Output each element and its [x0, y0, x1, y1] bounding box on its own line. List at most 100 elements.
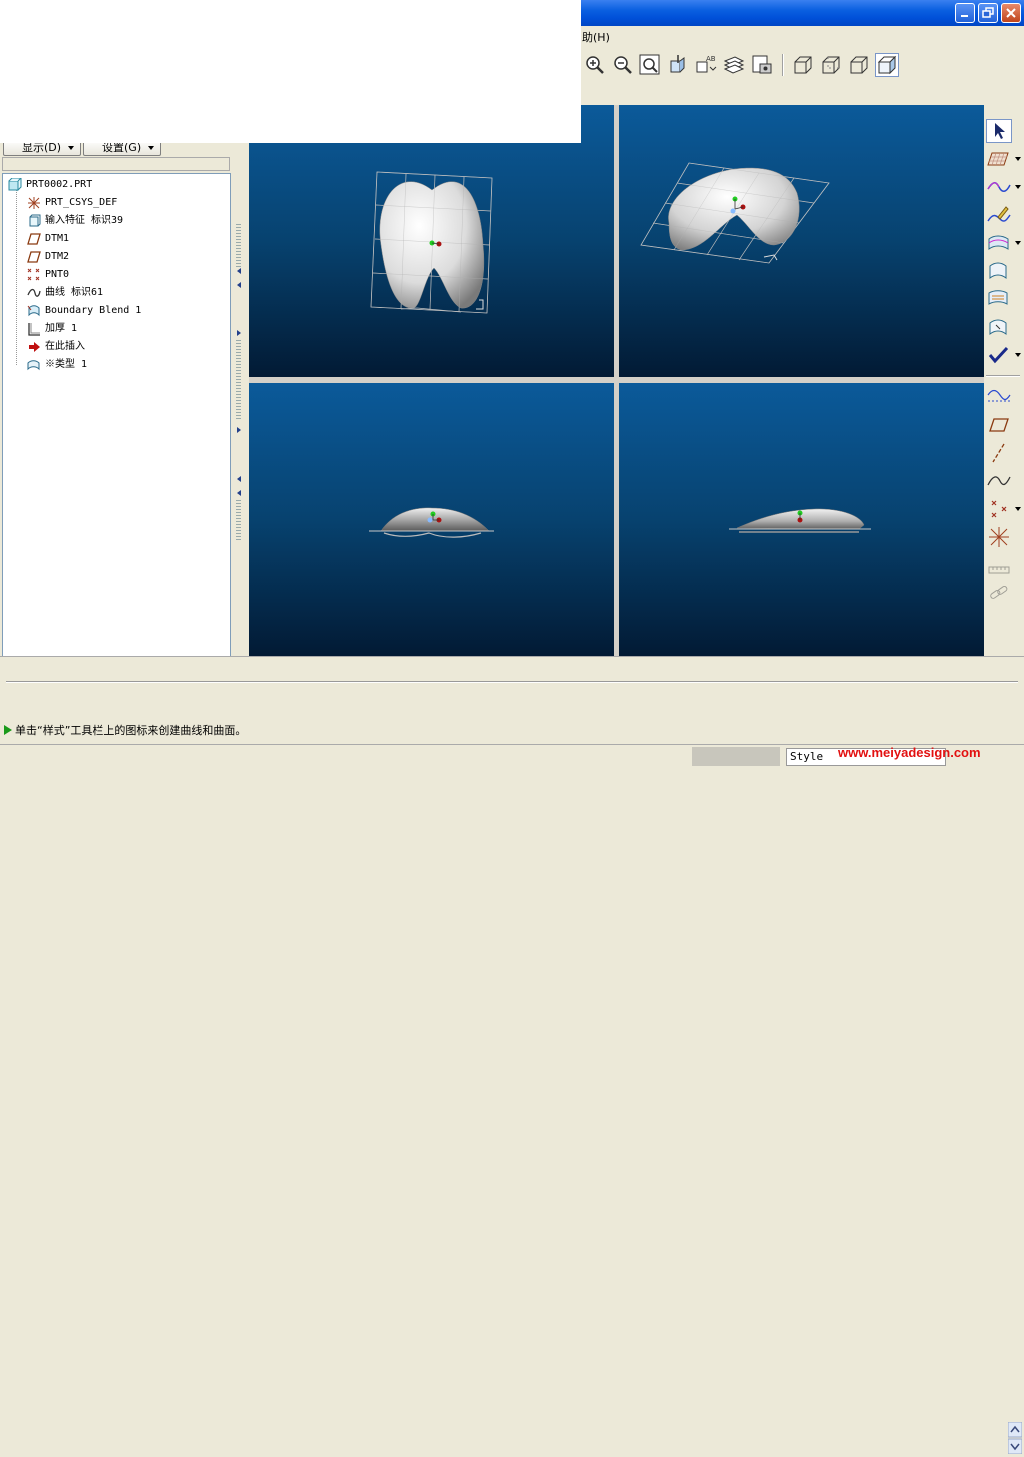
csys-button[interactable] [986, 525, 1012, 549]
tree-column-header [2, 157, 230, 171]
view-manager-button[interactable] [750, 53, 774, 77]
refit-icon [639, 54, 660, 75]
chain-link-icon [990, 585, 1008, 599]
tree-item-label: 曲线 标识61 [45, 287, 104, 298]
wireframe-button[interactable] [791, 53, 815, 77]
chevron-down-icon[interactable] [1015, 241, 1021, 245]
surface-edit-button[interactable] [986, 315, 1012, 339]
collapse-left-icon[interactable] [237, 268, 241, 274]
zoom-out-icon [614, 56, 632, 74]
dashboard-area [0, 656, 1024, 710]
no-hidden-button[interactable] [847, 53, 871, 77]
link-button[interactable] [986, 581, 1012, 605]
chevron-down-icon[interactable] [1015, 507, 1021, 511]
style-curve-icon [987, 182, 1011, 192]
shading-button[interactable] [875, 53, 899, 77]
chevron-down-icon[interactable] [1015, 353, 1021, 357]
tree-item-label: ※类型 1 [45, 359, 88, 370]
viewport-front[interactable] [249, 105, 614, 377]
close-button[interactable] [1001, 3, 1021, 23]
message-arrow-icon [4, 725, 12, 735]
splitter-grip [236, 500, 241, 540]
viewport-top[interactable] [249, 383, 614, 656]
datum-point-icon [991, 500, 1007, 518]
checkmark-icon [988, 346, 1009, 364]
sketch-curve-button[interactable] [986, 469, 1012, 493]
surface-connect-icon [989, 262, 1007, 280]
refit-button[interactable] [638, 53, 662, 77]
watermark-text: www.meiyadesign.com [838, 745, 981, 760]
boundary-blend-icon [27, 305, 40, 317]
expand-right-icon[interactable] [237, 427, 241, 433]
tree-item-label: Boundary Blend 1 [45, 305, 142, 316]
message-scrollbar[interactable] [1007, 1421, 1023, 1455]
curve-button[interactable] [986, 175, 1012, 199]
datum-plane-icon [27, 233, 41, 245]
menu-help[interactable]: 助(H) [582, 29, 610, 45]
wireframe-icon [794, 56, 812, 74]
minimize-icon [961, 15, 968, 17]
saved-views-button[interactable]: AB [694, 53, 718, 77]
shape-iso-view [640, 162, 830, 264]
panel-splitter[interactable] [234, 140, 244, 656]
active-plane-button[interactable] [986, 147, 1012, 171]
message-line: 单击“样式”工具栏上的图标来创建曲线和曲面。 [4, 722, 246, 738]
viewport-iso[interactable] [619, 105, 984, 377]
surface-connect-button[interactable] [986, 259, 1012, 283]
datum-plane-icon [989, 418, 1009, 432]
expand-right-icon[interactable] [237, 330, 241, 336]
shape-front-view [370, 171, 493, 314]
chevron-down-icon [148, 146, 154, 150]
toolbar-separator [782, 54, 784, 76]
minimize-button[interactable] [955, 3, 975, 23]
datum-axis-icon [992, 443, 1005, 463]
surface-trim-button[interactable] [986, 287, 1012, 311]
edit-curve-icon [987, 206, 1011, 222]
close-icon [1006, 8, 1016, 18]
select-button[interactable] [986, 119, 1012, 143]
tree-item-label: 在此插入 [45, 341, 85, 352]
message-area: 单击“样式”工具栏上的图标来创建曲线和曲面。 [0, 710, 1024, 1455]
reorient-button[interactable] [666, 53, 690, 77]
shape-top-view [369, 507, 494, 538]
collapse-left-icon[interactable] [237, 282, 241, 288]
model-tree-panel: 显示(D) 设置(G) PRT0002.PRT PRT_CSYS_DEF 输入特… [0, 84, 244, 736]
model-tree[interactable]: PRT0002.PRT PRT_CSYS_DEF 输入特征 标识39 DTM1 … [2, 173, 231, 736]
hidden-line-button[interactable] [819, 53, 843, 77]
select-arrow-icon [995, 123, 1005, 139]
done-button[interactable] [986, 343, 1012, 367]
datum-point-button[interactable] [986, 497, 1012, 521]
viewport-side[interactable] [619, 383, 984, 656]
datum-display-icon [987, 389, 1011, 402]
surface-trim-icon [988, 290, 1008, 305]
graphics-area[interactable] [249, 105, 984, 656]
zoom-in-icon [586, 56, 604, 74]
csys-icon [989, 527, 1009, 547]
restore-button[interactable] [978, 3, 998, 23]
message-text: 单击“样式”工具栏上的图标来创建曲线和曲面。 [15, 724, 247, 737]
shading-icon [877, 55, 897, 75]
view-manager-icon [752, 55, 772, 74]
collapse-left-icon[interactable] [237, 490, 241, 496]
zoom-out-button[interactable] [611, 53, 635, 77]
tree-item-label: PNT0 [45, 269, 70, 280]
layers-icon [723, 56, 745, 74]
zoom-in-button[interactable] [583, 53, 607, 77]
layers-button[interactable] [722, 53, 746, 77]
datum-plane-icon [27, 251, 41, 263]
chevron-down-icon[interactable] [1015, 185, 1021, 189]
collapse-left-icon[interactable] [237, 476, 241, 482]
surface-button[interactable] [986, 231, 1012, 255]
analysis-ruler-icon [988, 566, 1010, 574]
thicken-icon [28, 323, 40, 336]
blank-overlay [0, 0, 581, 143]
chevron-down-icon[interactable] [1015, 157, 1021, 161]
status-indicator [692, 747, 780, 766]
datum-plane-button[interactable] [986, 413, 1012, 437]
edit-curve-button[interactable] [986, 203, 1012, 227]
svg-text:AB: AB [706, 55, 716, 63]
analysis-button[interactable] [986, 553, 1012, 577]
tree-item-label: PRT_CSYS_DEF [45, 197, 118, 208]
datum-display-button[interactable] [986, 385, 1012, 409]
datum-axis-button[interactable] [986, 441, 1012, 465]
